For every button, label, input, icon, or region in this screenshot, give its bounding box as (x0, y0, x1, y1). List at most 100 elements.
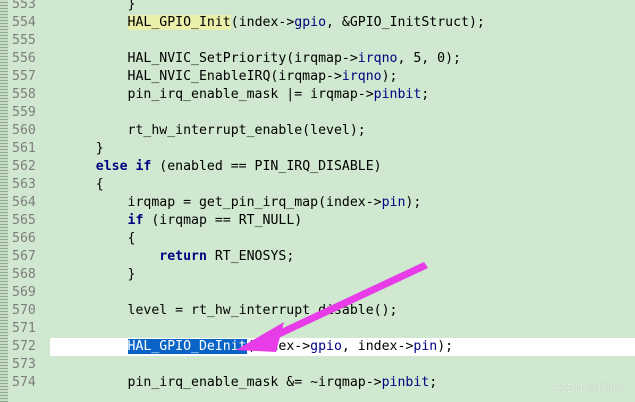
code-line[interactable]: 565 if (irqmap == RT_NULL) (8, 212, 635, 230)
code-text[interactable]: } (64, 0, 136, 14)
code-text[interactable]: rt_hw_interrupt_enable(level); (64, 122, 366, 140)
code-token: pinbit (373, 87, 422, 102)
code-token: rt_hw_interrupt_enable(level); (64, 123, 366, 138)
code-token: irqmap = get_pin_irq_map(index-> (64, 195, 382, 210)
line-number: 564 (12, 195, 36, 210)
line-number: 574 (12, 375, 36, 390)
code-line[interactable]: 559 (8, 104, 635, 122)
code-line[interactable]: 571 (8, 320, 635, 338)
code-line[interactable]: 560 rt_hw_interrupt_enable(level); (8, 122, 635, 140)
code-token: HAL_GPIO_Init (127, 15, 231, 30)
line-number: 567 (12, 249, 36, 264)
code-token: HAL_NVIC_EnableIRQ(irqmap-> (64, 69, 342, 84)
line-number: 557 (12, 69, 36, 84)
code-line[interactable]: 558 pin_irq_enable_mask |= irqmap->pinbi… (8, 86, 635, 104)
code-line-current[interactable]: 572 HAL_GPIO_DeInit(index->gpio, index->… (8, 338, 635, 356)
line-number: 561 (12, 141, 36, 156)
code-text[interactable]: irqmap = get_pin_irq_map(index->pin); (64, 194, 422, 212)
code-text[interactable]: if (irqmap == RT_NULL) (64, 212, 303, 230)
line-number: 565 (12, 213, 36, 228)
code-token: , 5, 0); (397, 51, 461, 66)
code-token: ; (429, 375, 438, 390)
code-text[interactable]: HAL_GPIO_Init(index->gpio, &GPIO_InitStr… (64, 14, 485, 32)
code-token: } (64, 0, 136, 12)
code-text[interactable]: } (64, 140, 104, 158)
code-text[interactable]: HAL_GPIO_DeInit(index->gpio, index->pin)… (64, 338, 453, 356)
code-token: gpio (310, 339, 342, 354)
code-line[interactable]: 555 (8, 32, 635, 50)
code-line[interactable]: 554 HAL_GPIO_Init(index->gpio, &GPIO_Ini… (8, 14, 635, 32)
code-token: RT_ENOSYS; (206, 249, 295, 264)
code-token: ); (405, 195, 422, 210)
code-token: (irqmap == RT_NULL) (143, 213, 303, 228)
code-token: ; (421, 87, 430, 102)
line-number: 573 (12, 357, 36, 372)
code-line[interactable]: 574 pin_irq_enable_mask &= ~irqmap->pinb… (8, 374, 635, 392)
line-number: 571 (12, 321, 36, 336)
code-line[interactable]: 562 else if (enabled == PIN_IRQ_DISABLE) (8, 158, 635, 176)
code-line[interactable]: 564 irqmap = get_pin_irq_map(index->pin)… (8, 194, 635, 212)
line-number: 553 (12, 0, 36, 12)
code-text[interactable]: { (64, 230, 136, 248)
line-number: 562 (12, 159, 36, 174)
code-text[interactable]: else if (enabled == PIN_IRQ_DISABLE) (64, 158, 382, 176)
code-line[interactable]: 566 { (8, 230, 635, 248)
code-token: if (127, 213, 144, 228)
line-number: 556 (12, 51, 36, 66)
line-number: 566 (12, 231, 36, 246)
line-number: 563 (12, 177, 36, 192)
code-token: { (64, 177, 104, 192)
code-token: gpio (294, 15, 327, 30)
code-text[interactable]: HAL_NVIC_EnableIRQ(irqmap->irqno); (64, 68, 398, 86)
selected-token[interactable]: HAL_GPIO_DeInit (127, 339, 247, 354)
code-line[interactable]: 556 HAL_NVIC_SetPriority(irqmap->irqno, … (8, 50, 635, 68)
code-token: pinbit (381, 375, 430, 390)
code-line[interactable]: 553 } (8, 0, 635, 14)
code-text[interactable]: { (64, 176, 104, 194)
code-line[interactable]: 573 (8, 356, 635, 374)
line-number: 572 (12, 339, 36, 354)
code-token: (index-> (230, 15, 295, 30)
code-token: pin_irq_enable_mask |= irqmap-> (64, 87, 374, 102)
code-line[interactable]: 567 return RT_ENOSYS; (8, 248, 635, 266)
code-text[interactable]: } (64, 266, 136, 284)
code-token: else if (95, 159, 152, 174)
code-token: irqno (341, 69, 382, 84)
code-token: pin (413, 339, 438, 354)
code-line[interactable]: 568 } (8, 266, 635, 284)
line-number: 568 (12, 267, 36, 282)
code-line[interactable]: 557 HAL_NVIC_EnableIRQ(irqmap->irqno); (8, 68, 635, 86)
code-token: , index-> (341, 339, 414, 354)
line-number: 560 (12, 123, 36, 138)
code-line[interactable]: 570 level = rt_hw_interrupt_disable(); (8, 302, 635, 320)
code-token: pin (381, 195, 406, 210)
code-token: ); (381, 69, 398, 84)
code-token: (index-> (246, 339, 311, 354)
code-text[interactable]: level = rt_hw_interrupt_disable(); (64, 302, 398, 320)
code-line[interactable]: 563 { (8, 176, 635, 194)
line-number: 554 (12, 15, 36, 30)
code-token: } (64, 141, 104, 156)
code-line[interactable]: 569 (8, 284, 635, 302)
watermark: CSDN @杨sir~ (553, 383, 629, 395)
code-line[interactable]: 561 } (8, 140, 635, 158)
code-token: (enabled == PIN_IRQ_DISABLE) (151, 159, 382, 174)
line-number: 558 (12, 87, 36, 102)
line-number: 569 (12, 285, 36, 300)
code-token: { (64, 231, 136, 246)
code-text[interactable]: HAL_NVIC_SetPriority(irqmap->irqno, 5, 0… (64, 50, 461, 68)
line-number: 555 (12, 33, 36, 48)
fold-margin[interactable] (0, 0, 8, 402)
code-token: } (64, 267, 136, 282)
code-token: level = rt_hw_interrupt_disable(); (64, 303, 398, 318)
code-editor[interactable]: 553 } 554 HAL_GPIO_Init(index->gpio, &GPI… (0, 0, 635, 402)
code-text[interactable]: pin_irq_enable_mask &= ~irqmap->pinbit; (64, 374, 438, 392)
code-text[interactable]: return RT_ENOSYS; (64, 248, 294, 266)
code-text[interactable]: pin_irq_enable_mask |= irqmap->pinbit; (64, 86, 430, 104)
code-token: HAL_NVIC_SetPriority(irqmap-> (64, 51, 358, 66)
